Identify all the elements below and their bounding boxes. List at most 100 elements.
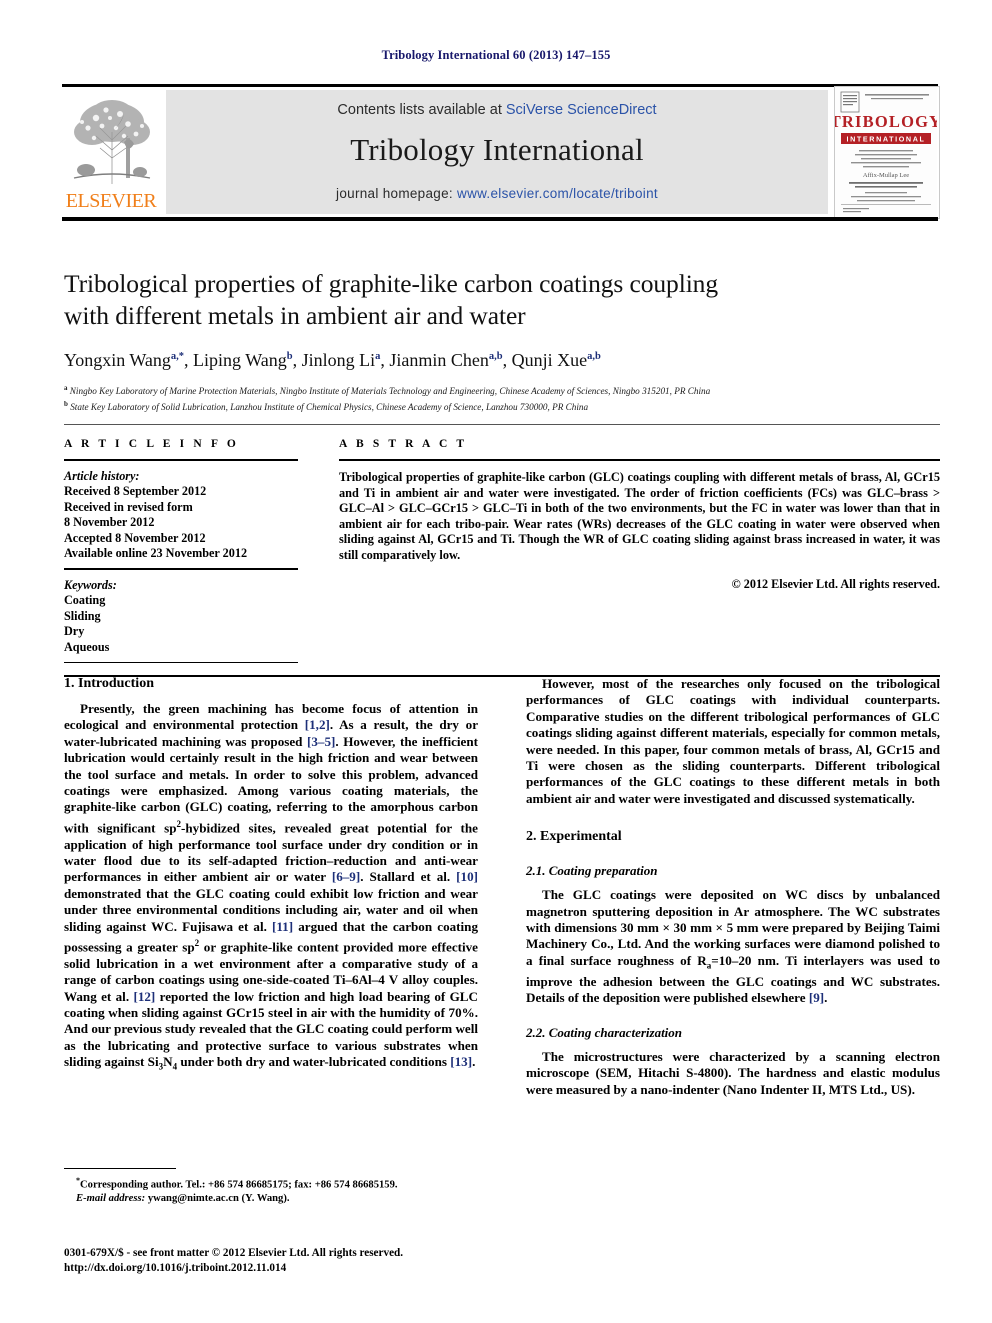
intro-text-k: under both dry and water-lubricated cond… xyxy=(177,1054,451,1070)
citation-ref[interactable]: [13] xyxy=(450,1054,472,1069)
author-name: Yongxin Wang xyxy=(64,350,171,370)
svg-text:Affix-Mullap Lee: Affix-Mullap Lee xyxy=(863,172,909,179)
elsevier-logo: ELSEVIER xyxy=(62,90,160,214)
affiliation-text: State Key Laboratory of Solid Lubricatio… xyxy=(70,401,589,412)
history-item: 8 November 2012 xyxy=(64,515,155,530)
right-column: However, most of the researches only foc… xyxy=(526,676,940,1098)
keyword-item: Dry xyxy=(64,624,85,639)
journal-title: Tribology International xyxy=(350,132,644,167)
history-item: Accepted 8 November 2012 xyxy=(64,530,206,545)
svg-text:TRIBOLOGY: TRIBOLOGY xyxy=(835,112,937,131)
affiliation-item: a Ningbo Key Laboratory of Marine Protec… xyxy=(64,382,940,398)
corresponding-author-footnote: *Corresponding author. Tel.: +86 574 866… xyxy=(64,1174,478,1192)
author[interactable]: Qunji Xuea,b xyxy=(512,350,601,370)
keyword-item: Sliding xyxy=(64,608,101,623)
coating-characterization-paragraph: The microstructures were characterized b… xyxy=(526,1048,940,1097)
affiliation-marker: a xyxy=(64,384,68,392)
paper-page: Tribology International 60 (2013) 147–15… xyxy=(0,0,992,1323)
email-value[interactable]: ywang@nimte.ac.cn (Y. Wang). xyxy=(148,1193,290,1204)
subsection-heading-coating-characterization: 2.2. Coating characterization xyxy=(526,1024,683,1040)
article-history: Article history: Received 8 September 20… xyxy=(64,469,298,561)
footnote-block: *Corresponding author. Tel.: +86 574 866… xyxy=(64,1168,478,1206)
affiliation-text: Ningbo Key Laboratory of Marine Protecti… xyxy=(69,386,711,397)
article-title-line-1: Tribological properties of graphite-like… xyxy=(64,269,718,298)
intro-text-e: . Stallard et al. xyxy=(360,869,457,885)
intro-text-l: . xyxy=(472,1054,476,1070)
email-footnote: E-mail address: ywang@nimte.ac.cn (Y. Wa… xyxy=(64,1192,478,1206)
page-title: Tribological properties of graphite-like… xyxy=(64,268,940,332)
sciencedirect-link[interactable]: SciVerse ScienceDirect xyxy=(506,102,657,118)
author-affiliation-marker: a xyxy=(375,351,381,362)
author-name: Qunji Xue xyxy=(511,350,588,370)
masthead-center-panel: Contents lists available at SciVerse Sci… xyxy=(166,90,828,214)
affiliation-marker: b xyxy=(64,399,68,408)
journal-homepage-line: journal homepage: www.elsevier.com/locat… xyxy=(166,186,828,201)
homepage-prefix: journal homepage: xyxy=(336,186,458,201)
citation-ref[interactable]: [10] xyxy=(456,869,478,884)
contents-prefix: Contents lists available at xyxy=(337,102,506,118)
journal-cover-thumbnail: TRIBOLOGY INTERNATIONAL Affix-Mullap Lee xyxy=(834,86,940,219)
journal-masthead: ELSEVIER Contents lists available at Sci… xyxy=(62,84,940,221)
history-item: Available online 23 November 2012 xyxy=(64,546,248,561)
abstract-column: A B S T R A C T Tribological properties … xyxy=(339,438,940,592)
citation-ref[interactable]: [1,2] xyxy=(305,717,330,732)
keywords-list: Keywords: Coating Sliding Dry Aqueous xyxy=(64,578,298,655)
author-list: Yongxin Wanga,*, Liping Wangb, Jinlong L… xyxy=(64,350,601,370)
keyword-item: Aqueous xyxy=(64,639,110,654)
running-head: Tribology International 60 (2013) 147–15… xyxy=(381,48,611,62)
author-name: Jinlong Li xyxy=(301,350,376,370)
abstract-text: Tribological properties of graphite-like… xyxy=(339,470,940,562)
keywords-bottom-rule xyxy=(64,661,298,664)
article-title-block: Tribological properties of graphite-like… xyxy=(64,268,940,413)
author[interactable]: Jinlong Lia xyxy=(302,350,381,370)
coating-preparation-paragraph: The GLC coatings were deposited on WC di… xyxy=(526,887,940,1006)
svg-text:INTERNATIONAL: INTERNATIONAL xyxy=(847,135,926,144)
masthead-top-rule xyxy=(62,84,938,87)
author-affiliation-marker: a,b xyxy=(488,351,503,362)
journal-homepage-url[interactable]: www.elsevier.com/locate/triboint xyxy=(457,186,658,201)
author[interactable]: Liping Wangb xyxy=(193,350,293,370)
elsevier-tree-icon xyxy=(66,92,158,188)
imprint-doi-line[interactable]: http://dx.doi.org/10.1016/j.triboint.201… xyxy=(64,1261,524,1276)
footnote-rule xyxy=(64,1168,176,1169)
section-heading-experimental: 2. Experimental xyxy=(526,829,622,845)
author-name: Jianmin Chen xyxy=(389,350,489,370)
citation-ref[interactable]: [6–9] xyxy=(332,869,360,884)
right-intro-paragraph: However, most of the researches only foc… xyxy=(526,676,940,806)
prep-text-c: . xyxy=(824,990,828,1006)
contents-available-line: Contents lists available at SciVerse Sci… xyxy=(166,102,828,118)
imprint-block: 0301-679X/$ - see front matter © 2012 El… xyxy=(64,1246,524,1276)
affiliation-item: b State Key Laboratory of Solid Lubricat… xyxy=(64,398,940,414)
citation-ref[interactable]: [3–5] xyxy=(307,734,335,749)
author-affiliation-marker: a,b xyxy=(587,351,601,362)
intro-paragraph: Presently, the green machining has becom… xyxy=(64,701,478,1075)
copyright-line: © 2012 Elsevier Ltd. All rights reserved… xyxy=(731,576,940,591)
corresponding-author-text: Corresponding author. Tel.: +86 574 8668… xyxy=(80,1179,398,1191)
history-item: Received in revised form xyxy=(64,499,193,514)
elsevier-wordmark: ELSEVIER xyxy=(65,190,157,212)
article-info-column: A R T I C L E I N F O Article history: R… xyxy=(64,438,298,664)
band-top-rule xyxy=(64,424,940,425)
abstract-rule xyxy=(339,459,940,461)
author-affiliation-marker: a,* xyxy=(170,351,185,362)
history-item: Received 8 September 2012 xyxy=(64,484,207,499)
abstract-label: A B S T R A C T xyxy=(339,438,468,450)
keywords-label: Keywords: xyxy=(64,577,117,592)
keywords-divider-rule xyxy=(64,568,298,570)
subsection-heading-coating-preparation: 2.1. Coating preparation xyxy=(526,863,658,879)
email-label: E-mail address: xyxy=(76,1193,146,1205)
article-info-rule xyxy=(64,459,298,461)
author-name: Liping Wang xyxy=(193,350,287,370)
section-heading-introduction: 1. Introduction xyxy=(64,676,154,691)
article-title-line-2: with different metals in ambient air and… xyxy=(64,301,526,330)
intro-text-j: N xyxy=(163,1054,173,1070)
citation-ref[interactable]: [11] xyxy=(272,919,293,934)
article-history-label: Article history: xyxy=(64,469,140,483)
keyword-item: Coating xyxy=(64,593,106,608)
article-info-label: A R T I C L E I N F O xyxy=(64,438,239,450)
author-affiliation-marker: b xyxy=(286,351,293,362)
author[interactable]: Jianmin Chena,b xyxy=(389,350,502,370)
citation-ref[interactable]: [9] xyxy=(809,990,824,1005)
author[interactable]: Yongxin Wanga,* xyxy=(64,350,184,370)
citation-ref[interactable]: [12] xyxy=(133,989,155,1004)
